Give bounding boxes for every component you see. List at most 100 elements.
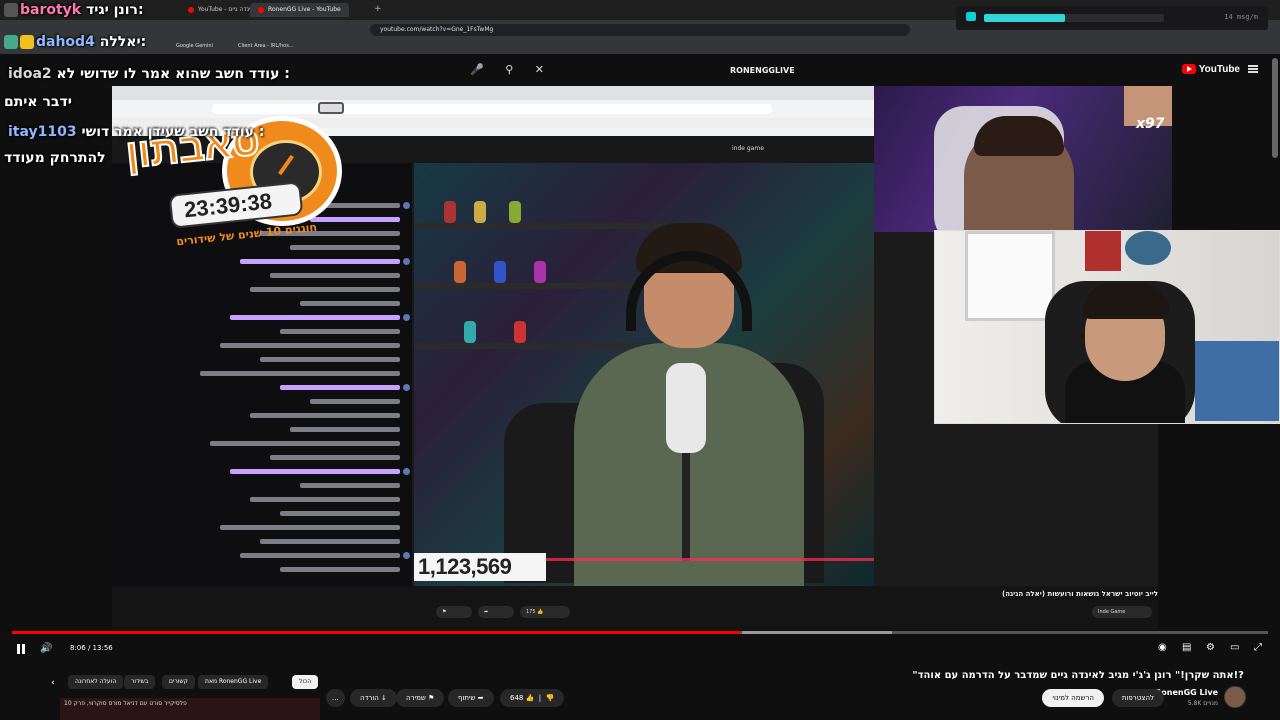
chat-line [230,315,400,320]
chat-line [220,525,400,530]
collectible-figure [464,321,476,343]
theater-mode-icon[interactable]: ▭ [1230,642,1239,653]
watch-page-below: "אתה שקרן!" רונן ג'ג'י מגיב לאינדה גיים … [0,662,1280,720]
youtube-favicon-icon [188,6,194,13]
captured-channel-pill: Inde Game [1092,606,1152,618]
captured-video-title: לייב יוטיוב ישראל גושאות ורועשות (יאלה ה… [1002,590,1158,598]
new-tab-button[interactable]: + [374,4,382,14]
gear-badge-icon [4,3,18,17]
chat-line [280,385,400,390]
collectible-figure [444,201,456,223]
collectible-figure [534,261,546,283]
captured-save-pill: ⚑ [436,606,472,618]
time-display: 8:06 / 13:56 [70,644,113,652]
bookmark-client-area[interactable]: Client Area - IRL/hos... [238,43,294,49]
chat-overlay-line: idoa2 עודד חשב שהוא אמר לו שדושי לא : [8,66,290,82]
chat-line [260,357,400,362]
captured-share-pill: ➦ [478,606,514,618]
collectible-figure [494,261,506,283]
chat-line [270,273,400,278]
channel-name[interactable]: RonenGG Live [1155,688,1218,697]
collectible-figure [514,321,526,343]
chat-line [300,483,400,488]
search-input[interactable]: RONENGGLIVE [730,66,795,75]
chat-line [250,497,400,502]
collectible-figure [454,261,466,283]
fullscreen-icon[interactable]: ⤢ [1254,642,1262,653]
tab-ronengg-live[interactable]: RonenGG Live - YouTube [250,3,349,17]
screen: YouTube - אינדה גיים RonenGG Live - YouT… [0,0,1280,720]
bookmark-gemini[interactable]: Google Gemini [176,43,213,49]
url-field[interactable]: youtube.com/watch?v=Gne_1FsTwMg [370,24,910,36]
page-scrollbar[interactable] [1272,58,1278,158]
bits-badge-icon [4,35,18,49]
chat-avatar-icon [403,314,410,321]
settings-gear-icon[interactable]: ⚙ [1206,642,1215,653]
chat-avatar-icon [403,202,410,209]
volume-icon[interactable]: 🔊 [40,643,52,654]
share-button[interactable]: שיתוף ➦ [448,689,494,707]
video-progress-bar[interactable] [12,631,1268,634]
search-icon[interactable]: ⚲ [505,63,513,76]
crown-badge-icon [20,35,34,49]
subscriber-counter: 1,123,569 [414,553,546,581]
chat-line [240,259,400,264]
download-button[interactable]: הורדה ↓ [350,689,397,707]
menu-icon[interactable] [1248,65,1258,73]
chat-overlay-line: להתרחק מעודד [4,150,106,166]
chat-line [280,567,400,572]
chat-line [310,399,400,404]
subtitles-icon[interactable]: ▤ [1182,642,1191,653]
streamer [574,223,804,586]
chat-rate-fill [984,14,1065,22]
autoplay-toggle-icon[interactable]: ◉ [1158,642,1167,653]
chat-line [300,301,400,306]
chat-rate-bar [984,14,1164,22]
chat-overlay-line: ידבר איתם [4,94,72,110]
chat-line [270,455,400,460]
chat-line [290,427,400,432]
chat-avatar-icon [403,258,410,265]
captured-video-info: לייב יוטיוב ישראל גושאות ורועשות (יאלה ה… [112,586,1158,630]
chat-line [250,287,400,292]
chat-line [210,441,400,446]
chat-line [200,371,400,376]
subathon-timer: סאבתון 23:39:38 חוגגים 10 שנים של שידורי… [122,96,382,258]
subscribe-button[interactable]: הרשמה למינוי [1042,689,1104,707]
like-button[interactable]: 648 👍 | 👎 [500,689,565,707]
chat-bubble-icon [966,12,976,21]
chat-line [260,539,400,544]
chip-live[interactable]: בשידור [124,675,156,689]
video-progress-played [12,631,741,634]
related-video-title: פלסיקייר סורט עם דניאל מורס סוקרווי, פרק… [64,700,187,707]
guest-webcam-1: x97 [874,86,1172,232]
pause-button[interactable] [16,644,26,654]
chips-left-arrow-icon[interactable]: ‹ [44,675,62,689]
save-button[interactable]: שמירה ⚑ [396,689,445,707]
youtube-logo[interactable]: YouTube [1181,64,1240,75]
more-actions-button[interactable]: ... [326,689,345,707]
chat-line [250,413,400,418]
chip-from-channel[interactable]: מאת RonenGG Live [198,675,269,689]
youtube-play-icon [1181,64,1196,75]
chip-related[interactable]: קשורים [162,675,195,689]
chat-line [240,553,400,558]
chip-recent[interactable]: הועלה לאחרונה [68,675,124,689]
subscriber-count: 5.8K מנויים [1187,700,1218,707]
streamer-webcam [414,163,874,586]
clear-search-icon[interactable]: ✕ [535,63,544,76]
chat-overlay-line: barotyk רונן יגיד: [4,2,144,18]
related-video-thumbnail[interactable]: פלסיקייר סורט עם דניאל מורס סוקרווי, פרק… [60,698,320,720]
youtube-favicon-icon [258,6,264,13]
chat-overlay-line: dahod4 יאללה: [4,34,146,50]
chip-all[interactable]: הכול [292,675,319,689]
chat-line [280,329,400,334]
channel-avatar[interactable] [1224,686,1246,708]
guest-webcam-2 [934,230,1280,424]
chat-line [220,343,400,348]
mic-icon[interactable]: 🎤 [470,63,484,76]
chat-line [230,469,400,474]
chat-overlay-line: itay1103 עודד חשב שעידן אמר דושי : [8,124,265,140]
chat-rate-widget: 14 msg/m [956,6,1268,30]
join-button[interactable]: להצטרפות [1111,689,1164,707]
